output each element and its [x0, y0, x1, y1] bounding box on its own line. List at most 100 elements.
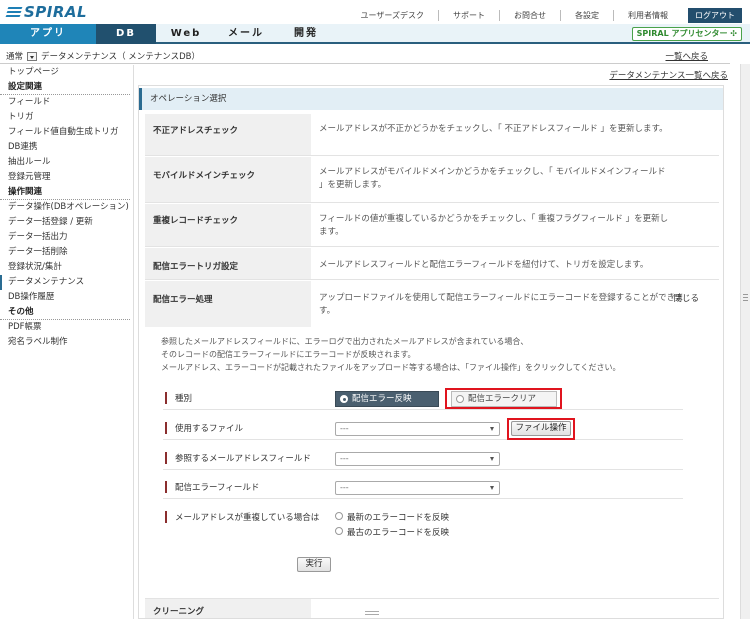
link-support[interactable]: サポート	[438, 10, 499, 21]
op-desc: フィールドの値が重複しているかどうかをチェックし、「 重複フラグフィールド 」を…	[319, 214, 669, 237]
radio-icon	[335, 527, 343, 535]
detail-description: 参照したメールアドレスフィールドに、エラーログで出力されたメールアドレスが含まれ…	[161, 335, 681, 374]
op-row-cleaning[interactable]: クリーニング	[145, 598, 719, 618]
sidebar-item-status[interactable]: 登録状況/集計	[0, 260, 130, 275]
logo-mark-icon	[5, 6, 23, 18]
sidebar-item-top[interactable]: トップページ	[0, 65, 130, 80]
op-label: モバイルドメインチェック	[145, 157, 311, 202]
tab-dev[interactable]: 開発	[276, 24, 336, 44]
op-row-duplicate[interactable]: 重複レコードチェック フィールドの値が重複しているかどうかをチェックし、「 重複…	[145, 204, 719, 247]
run-button[interactable]: 実行	[297, 557, 331, 572]
link-contact[interactable]: お問合せ	[499, 10, 560, 21]
op-row-mobile-domain[interactable]: モバイルドメインチェック メールアドレスがモバイルドメインかどうかをチェックし、…	[145, 157, 719, 203]
sidebar-item-bulk-delete[interactable]: データ一括削除	[0, 245, 130, 260]
spiral-logo[interactable]: SPIRAL	[5, 3, 88, 21]
logout-button[interactable]: ログアウト	[688, 8, 742, 23]
op-label: 配信エラー処理	[145, 281, 311, 327]
dup-option-label: 最古のエラーコードを反映	[347, 528, 450, 538]
header: SPIRAL ユーザーズデスク サポート お問合せ 各設定 利用者情報 ログアウ…	[0, 0, 750, 24]
op-label: 重複レコードチェック	[145, 204, 311, 246]
mode-label: 通常	[6, 52, 24, 62]
op-row-invalid-address[interactable]: 不正アドレスチェック メールアドレスが不正かどうかをチェックし、「 不正アドレス…	[145, 114, 719, 156]
logo-text: SPIRAL	[24, 3, 88, 21]
back-to-list-link[interactable]: 一覧へ戻る	[665, 50, 708, 62]
close-link[interactable]: 閉じる	[673, 292, 699, 304]
sidebar-item-source[interactable]: 登録元管理	[0, 170, 130, 185]
file-label: 使用するファイル	[175, 424, 244, 434]
tab-web[interactable]: Web	[156, 24, 216, 44]
sidebar-item-trigger[interactable]: トリガ	[0, 110, 130, 125]
panel-title: オペレーション選択	[139, 88, 723, 110]
top-links: ユーザーズデスク サポート お問合せ 各設定 利用者情報 ログアウト	[347, 8, 742, 23]
sidebar-item-bulk-export[interactable]: データ一括出力	[0, 230, 130, 245]
op-desc: メールアドレスがモバイルドメインかどうかをチェックし、「 モバイルドメインフィー…	[319, 167, 666, 190]
tab-mail[interactable]: メール	[216, 24, 276, 44]
sidebar-item-history[interactable]: DB操作履歴	[0, 290, 130, 305]
sidebar-item-auto-trigger[interactable]: フィールド値自動生成トリガ	[0, 125, 130, 140]
file-select[interactable]: ---	[335, 422, 500, 436]
sidebar-item-label[interactable]: 宛名ラベル制作	[0, 335, 130, 350]
form-row-email-field: 参照するメールアドレスフィールド ---	[163, 448, 683, 470]
dup-option-latest[interactable]: 最新のエラーコードを反映	[335, 511, 449, 523]
sidebar-divider	[133, 65, 134, 619]
dup-option-label: 最新のエラーコードを反映	[347, 513, 450, 523]
required-bar	[165, 481, 167, 493]
required-bar	[165, 422, 167, 434]
email-field-select[interactable]: ---	[335, 452, 500, 466]
app-center-button[interactable]: SPIRAL アプリセンター ✣	[631, 27, 742, 41]
highlight-box	[445, 388, 562, 409]
sidebar-item-field[interactable]: フィールド	[0, 95, 130, 110]
app-center-label: SPIRAL アプリセンター	[636, 29, 728, 38]
puzzle-icon: ✣	[730, 29, 737, 38]
type-option-apply[interactable]: 配信エラー反映	[335, 391, 439, 407]
link-settings[interactable]: 各設定	[560, 10, 613, 21]
op-label: クリーニング	[145, 599, 311, 618]
form-row-duplicate: メールアドレスが重複している場合は 最新のエラーコードを反映 最古のエラーコード…	[163, 507, 683, 541]
sidebar-group-operations: 操作関連	[0, 185, 130, 200]
main-nav: アプリ DB Web メール 開発 SPIRAL アプリセンター ✣	[0, 24, 750, 44]
op-row-error-trigger[interactable]: 配信エラートリガ設定 メールアドレスフィールドと配信エラーフィールドを紐付けて、…	[145, 248, 719, 280]
required-bar	[165, 511, 167, 523]
scroll-grip-icon[interactable]	[743, 294, 748, 306]
link-users-desk[interactable]: ユーザーズデスク	[347, 10, 438, 21]
detail-line: 参照したメールアドレスフィールドに、エラーログで出力されたメールアドレスが含まれ…	[161, 337, 529, 346]
error-field-label: 配信エラーフィールド	[175, 483, 260, 493]
detail-line: メールアドレス、エラーコードが記載されたファイルをアップロード等する場合は、「フ…	[161, 363, 621, 372]
radio-icon	[335, 512, 343, 520]
sidebar-group-settings: 設定関連	[0, 80, 130, 95]
back-to-maint-list-link[interactable]: データメンテナンス一覧へ戻る	[609, 69, 728, 81]
email-field-label: 参照するメールアドレスフィールド	[175, 454, 311, 464]
form-row-error-field: 配信エラーフィールド ---	[163, 477, 683, 499]
op-desc: メールアドレスが不正かどうかをチェックし、「 不正アドレスフィールド 」を更新し…	[319, 124, 668, 134]
mode-dropdown-icon[interactable]	[27, 51, 38, 61]
sidebar-item-pdf[interactable]: PDF帳票	[0, 320, 130, 335]
form-row-type: 種別 配信エラー反映 配信エラークリア	[163, 388, 683, 410]
type-label: 種別	[175, 394, 193, 404]
sidebar-group-other: その他	[0, 305, 130, 320]
op-row-error-process[interactable]: 配信エラー処理 アップロードファイルを使用して配信エラーフィールドにエラーコード…	[145, 281, 719, 327]
op-desc: アップロードファイルを使用して配信エラーフィールドにエラーコードを登録することが…	[319, 293, 684, 316]
error-field-select[interactable]: ---	[335, 481, 500, 495]
tab-app[interactable]: アプリ	[0, 24, 96, 44]
sidebar: トップページ 設定関連 フィールド トリガ フィールド値自動生成トリガ DB連携…	[0, 65, 130, 350]
dup-option-oldest[interactable]: 最古のエラーコードを反映	[335, 526, 449, 538]
dup-label: メールアドレスが重複している場合は	[175, 513, 320, 523]
sidebar-item-bulk-register[interactable]: データ一括登録 / 更新	[0, 215, 130, 230]
breadcrumb: 通常 データメンテナンス（ メンテナンスDB） 一覧へ戻る	[0, 46, 730, 64]
sidebar-item-extract-rule[interactable]: 抽出ルール	[0, 155, 130, 170]
operation-panel: オペレーション選択 不正アドレスチェック メールアドレスが不正かどうかをチェック…	[138, 85, 724, 619]
link-user-info[interactable]: 利用者情報	[613, 10, 682, 21]
op-label: 配信エラートリガ設定	[145, 248, 311, 279]
required-bar	[165, 392, 167, 404]
scrollbar[interactable]	[740, 64, 750, 619]
sidebar-item-db-operation[interactable]: データ操作(DBオペレーション)	[0, 200, 130, 215]
sidebar-item-maintenance[interactable]: データメンテナンス	[0, 275, 130, 290]
type-option-label: 配信エラー反映	[352, 394, 412, 404]
op-desc: メールアドレスフィールドと配信エラーフィールドを紐付けて、トリガを設定します。	[319, 260, 649, 270]
detail-line: そのレコードの配信エラーフィールドにエラーコードが反映されます。	[161, 350, 416, 359]
sidebar-item-db-link[interactable]: DB連携	[0, 140, 130, 155]
op-label: 不正アドレスチェック	[145, 114, 311, 155]
tab-db[interactable]: DB	[96, 24, 156, 44]
resize-grip-icon[interactable]	[365, 611, 379, 617]
form-row-file: 使用するファイル --- ファイル操作	[163, 418, 683, 440]
